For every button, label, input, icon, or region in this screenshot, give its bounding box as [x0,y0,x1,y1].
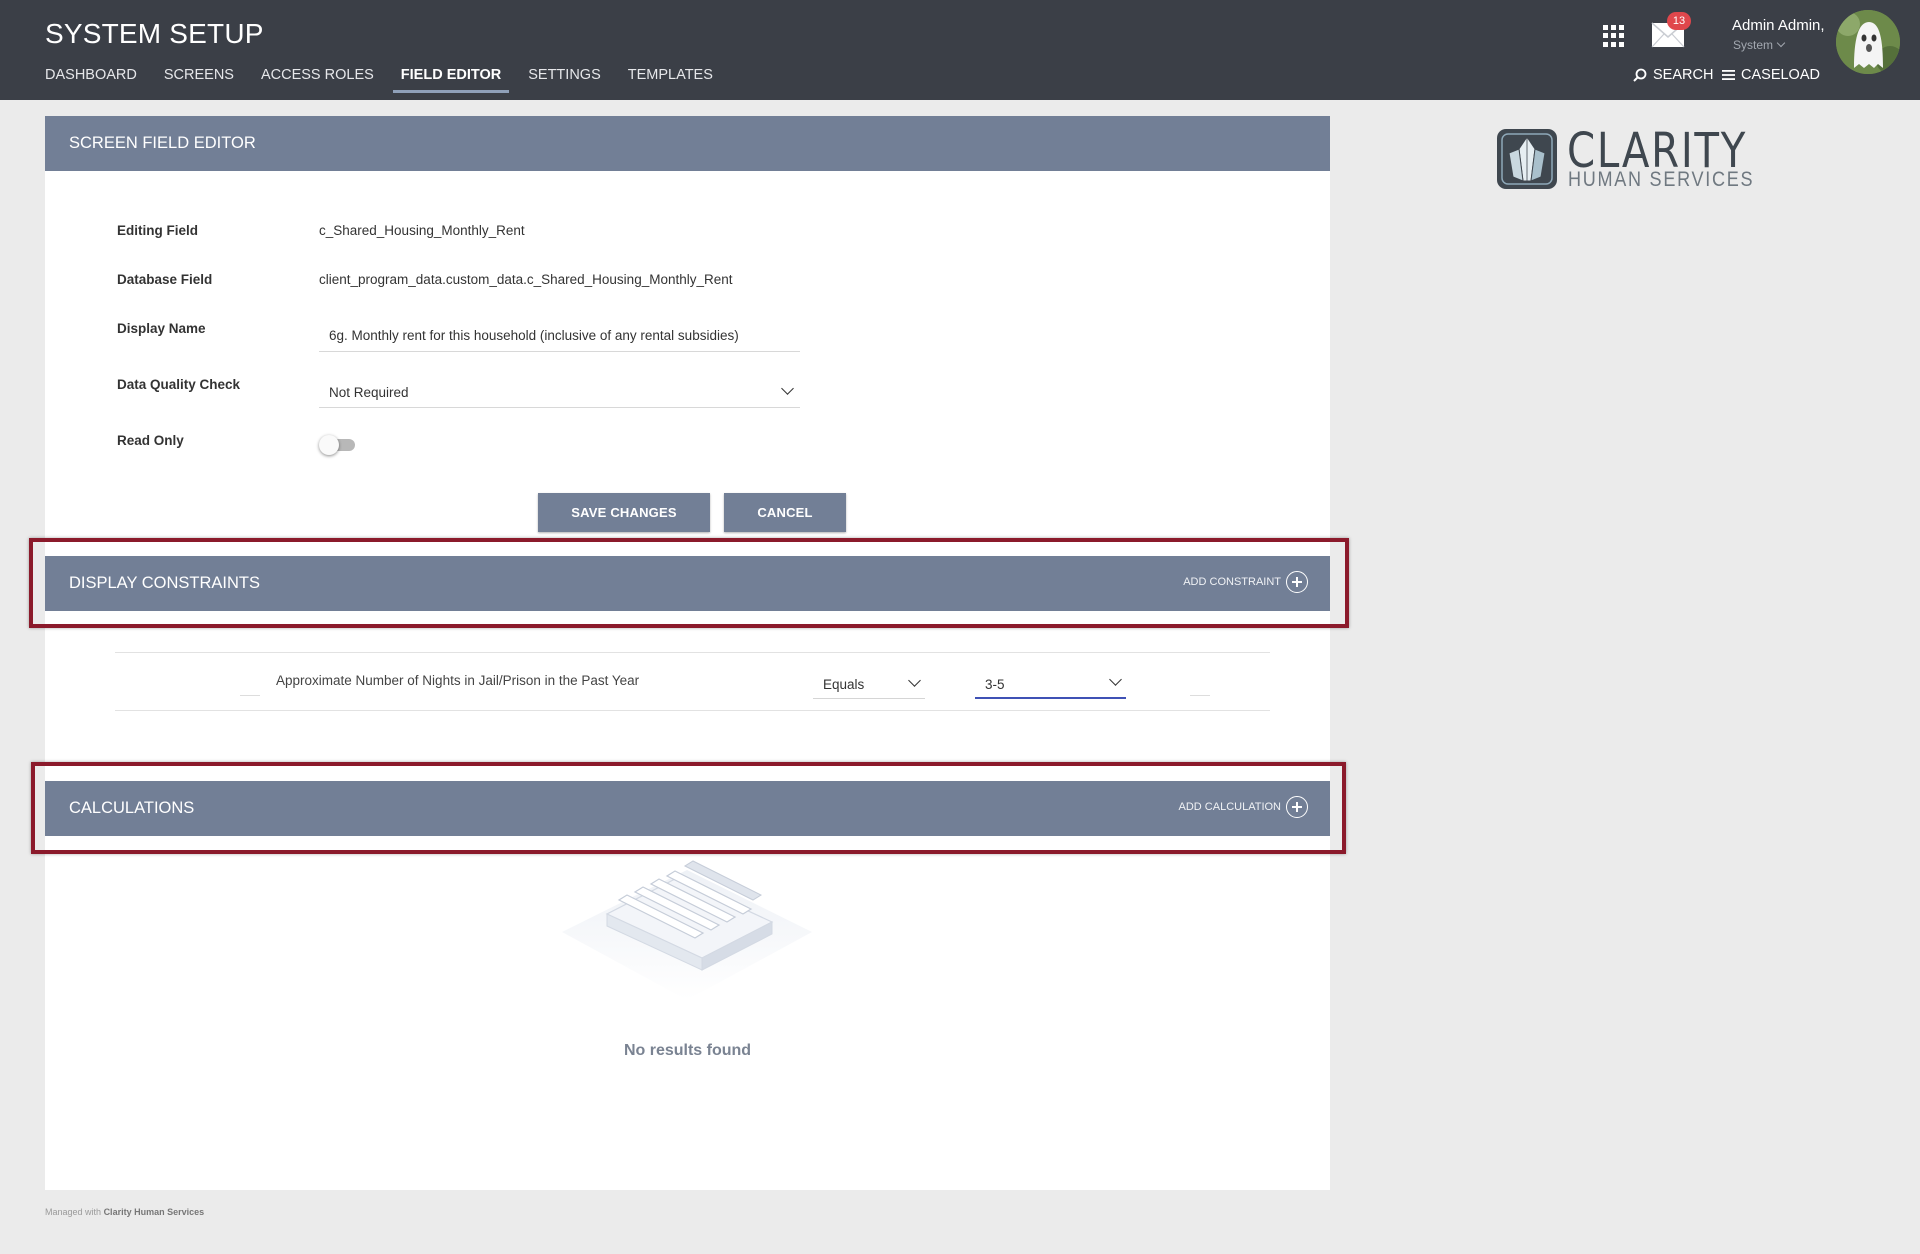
chevron-down-icon [1109,673,1122,686]
row-divider-stub [1190,695,1210,696]
caseload-label: CASELOAD [1741,67,1820,83]
search-link[interactable]: SEARCH [1633,67,1713,83]
editing-field-label: Editing Field [117,223,198,238]
chevron-down-icon [1776,38,1786,48]
add-calculation-button[interactable]: ADD CALCULATION [1179,796,1308,818]
editing-field-value: c_Shared_Housing_Monthly_Rent [319,223,525,238]
section-title-constraints: DISPLAY CONSTRAINTS [69,574,261,592]
empty-state-text: No results found [623,1042,752,1059]
constraint-operator-select[interactable]: Equals [813,667,925,699]
cancel-button[interactable]: CANCEL [724,493,846,532]
chevron-down-icon [908,674,921,687]
read-only-toggle[interactable] [319,434,357,455]
clarity-logo: CLARITY HUMAN SERVICES [1495,123,1755,191]
constraint-row: Approximate Number of Nights in Jail/Pri… [115,652,1270,711]
nav-screens[interactable]: SCREENS [156,66,242,96]
user-name[interactable]: Admin Admin, [1732,17,1825,34]
read-only-label: Read Only [117,433,184,448]
constraint-field-label: Approximate Number of Nights in Jail/Pri… [276,673,640,688]
nav-dashboard[interactable]: DASHBOARD [37,66,145,96]
footer: Managed with Clarity Human Services [45,1207,204,1217]
nav-settings[interactable]: SETTINGS [520,66,609,96]
add-circle-icon [1286,796,1308,818]
data-quality-check-select[interactable]: Not Required [319,375,800,408]
database-field-value: client_program_data.custom_data.c_Shared… [319,272,733,287]
nav-access-roles[interactable]: ACCESS ROLES [253,66,382,96]
app-title: SYSTEM SETUP [45,18,264,49]
add-calculation-label: ADD CALCULATION [1178,801,1281,813]
footer-prefix: Managed with [45,1207,102,1217]
display-constraints-header: DISPLAY CONSTRAINTS ADD CONSTRAINT [45,556,1330,611]
apps-grid-icon[interactable] [1603,25,1625,47]
display-name-input[interactable] [319,319,800,352]
constraint-value-value: 3-5 [985,677,1005,692]
empty-state-illustration-icon [562,860,812,1000]
add-circle-icon [1286,571,1308,593]
nav-templates[interactable]: TEMPLATES [620,66,721,96]
toggle-knob [319,435,339,455]
footer-brand: Clarity Human Services [103,1207,205,1217]
main-nav: DASHBOARD SCREENS ACCESS ROLES FIELD EDI… [45,66,740,100]
data-quality-check-label: Data Quality Check [117,377,241,392]
save-changes-button[interactable]: SAVE CHANGES [538,493,710,532]
row-divider-stub [240,695,260,696]
ghost-avatar-icon [1836,10,1900,74]
add-constraint-button[interactable]: ADD CONSTRAINT [1183,571,1308,593]
add-constraint-label: ADD CONSTRAINT [1183,576,1281,588]
section-title-calculations: CALCULATIONS [69,799,195,817]
nav-field-editor[interactable]: FIELD EDITOR [392,66,510,96]
constraint-value-select[interactable]: 3-5 [975,667,1126,699]
crystal-logo-icon [1497,129,1557,189]
display-name-label: Display Name [117,321,206,336]
chevron-down-icon [781,382,794,395]
mail-badge: 13 [1667,12,1691,30]
user-role-label: System [1733,38,1774,52]
user-role-dropdown[interactable]: System [1733,38,1786,52]
caseload-link[interactable]: CASELOAD [1722,67,1820,83]
database-field-label: Database Field [117,272,213,287]
search-icon [1633,68,1647,82]
field-editor-card: SCREEN FIELD EDITOR Editing Field c_Shar… [45,116,1330,1190]
screen-field-editor-header: SCREEN FIELD EDITOR [45,116,1330,171]
constraint-operator-value: Equals [823,677,865,692]
search-label: SEARCH [1653,67,1714,83]
logo-subtitle: HUMAN SERVICES [1568,168,1755,191]
avatar[interactable] [1836,10,1900,74]
data-quality-check-value: Not Required [329,385,409,400]
calculations-header: CALCULATIONS ADD CALCULATION [45,781,1330,836]
section-title-editor: SCREEN FIELD EDITOR [69,134,256,152]
menu-icon [1722,70,1735,80]
top-bar: SYSTEM SETUP DASHBOARD SCREENS ACCESS RO… [0,0,1920,100]
